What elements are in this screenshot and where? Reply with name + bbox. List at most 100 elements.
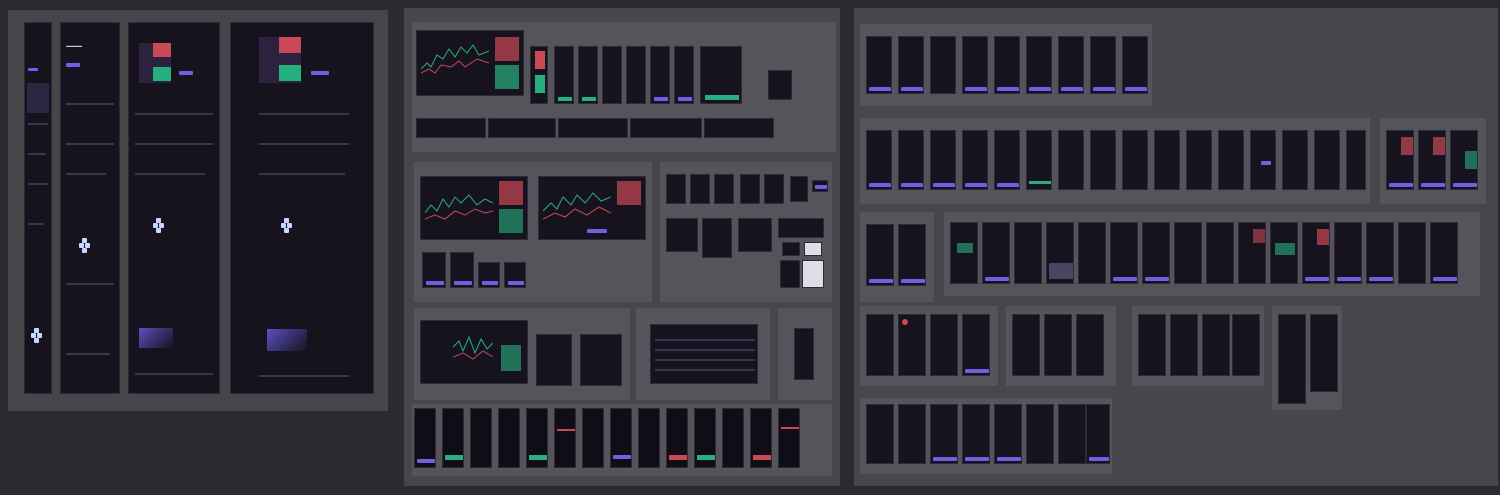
markets-table-group[interactable] [636,308,770,400]
mobile-screen[interactable] [1044,314,1072,376]
mobile-screen[interactable] [1282,130,1308,190]
component-3[interactable] [714,174,734,204]
mobile-screen[interactable] [866,314,894,376]
mobile-screen[interactable] [930,404,958,464]
history-row-5[interactable] [704,118,774,138]
markets-mobile-group[interactable] [944,212,1480,296]
mobile-screen[interactable] [1090,36,1116,94]
mobile-screen[interactable] [1142,222,1170,284]
notifications-group[interactable] [860,398,1112,474]
mobile-screen[interactable] [1270,222,1298,284]
components-group[interactable] [660,162,832,302]
mobile-trade-14[interactable] [778,408,800,468]
mobile-screen[interactable] [1366,222,1394,284]
mobile-screen[interactable] [1186,130,1212,190]
futures-group[interactable] [414,308,630,400]
mobile-trade-12[interactable] [722,408,744,468]
landing-frame-desktop-a[interactable] [128,22,220,394]
widget-1[interactable] [422,252,446,288]
mobile-screen[interactable] [1058,36,1084,94]
mobile-screen[interactable] [1218,130,1244,190]
mobile-trade-7[interactable] [582,408,604,468]
mobile-trade-10[interactable] [666,408,688,468]
trade-panel-1[interactable] [554,46,574,104]
mobile-screen[interactable] [898,314,926,376]
trade-panel-5[interactable] [650,46,670,104]
mobile-screen[interactable] [930,130,956,190]
mobile-screen[interactable] [930,36,956,94]
mobile-screen[interactable] [1314,130,1340,190]
profile-group[interactable] [860,306,998,386]
landing-frame-desktop-b[interactable] [230,22,374,394]
mobile-screen[interactable] [1122,130,1148,190]
mobile-screen[interactable] [1058,130,1084,190]
trade-panel-2[interactable] [578,46,598,104]
mobile-screen[interactable] [1076,314,1104,376]
component-6[interactable] [790,176,808,202]
component-7[interactable] [812,180,828,192]
security-group[interactable] [1132,306,1264,386]
orderbook-panel[interactable] [530,46,548,104]
history-row-2[interactable] [488,118,556,138]
futures-chart-frame[interactable] [420,320,528,384]
mobile-screen[interactable] [1398,222,1426,284]
mobile-keypad-screen[interactable] [1046,222,1074,284]
mobile-screen[interactable] [1026,36,1052,94]
mobile-screen[interactable] [1026,130,1052,190]
component-4[interactable] [740,174,760,204]
trade-panel-4[interactable] [626,46,646,104]
mobile-trade-5[interactable] [526,408,548,468]
mobile-screen[interactable] [866,36,892,94]
mobile-screen[interactable] [1418,130,1446,190]
mobile-trade-9[interactable] [638,408,660,468]
trade-panel-3[interactable] [602,46,622,104]
mobile-screen[interactable] [1238,222,1266,284]
mobile-screen[interactable] [1154,130,1180,190]
mobile-screen[interactable] [982,222,1010,284]
mini-widget[interactable] [794,328,814,380]
trade-panel-6[interactable] [674,46,694,104]
mobile-trade-6[interactable] [554,408,576,468]
form-card-1[interactable] [666,218,698,252]
mobile-trade-13[interactable] [750,408,772,468]
exchange-main-group[interactable] [412,22,836,152]
mobile-screen[interactable] [1450,130,1478,190]
design-canvas[interactable]: ▬▬▬▬ [0,0,1500,495]
wallet-flow-group[interactable] [860,118,1370,204]
mobile-screen[interactable] [962,36,988,94]
component-1[interactable] [666,174,686,204]
mobile-screen[interactable] [930,314,958,376]
popover-panel[interactable] [768,70,792,100]
chart-view-1[interactable] [420,176,528,240]
mobile-long-screen[interactable] [1278,314,1306,404]
dropdown-light[interactable] [802,260,824,288]
component-5[interactable] [764,174,784,204]
mobile-screen[interactable] [1386,130,1414,190]
mobile-screen[interactable] [1138,314,1166,376]
mobile-screen[interactable] [1110,222,1138,284]
mobile-screen[interactable] [1430,222,1458,284]
mobile-screen[interactable] [1170,314,1198,376]
mobile-trade-3[interactable] [470,408,492,468]
mobile-screen[interactable] [1232,314,1260,376]
form-card-3[interactable] [738,218,772,252]
mobile-screen[interactable] [1026,404,1054,464]
landing-frame-mobile[interactable] [24,22,52,394]
mobile-screen[interactable] [994,404,1022,464]
mobile-trade-2[interactable] [442,408,464,468]
menu-light[interactable] [804,242,822,256]
orderbook-mobile-group[interactable] [1380,118,1486,204]
mobile-screen[interactable] [866,224,894,286]
dropdown-dark[interactable] [780,260,800,288]
futures-panel-2[interactable] [536,334,572,386]
mobile-trade-1[interactable] [414,408,436,468]
mobile-screen[interactable] [898,404,926,464]
mobile-screen[interactable] [1122,36,1148,94]
exchange-dashboard-frame[interactable] [416,30,524,96]
chart-views-group[interactable] [414,162,652,302]
trading-desktop-section[interactable] [404,8,840,486]
mobile-screen[interactable] [1014,222,1042,284]
portfolio-group[interactable] [860,212,934,302]
order-form-panel[interactable] [700,46,742,104]
mobile-screen[interactable] [994,36,1020,94]
